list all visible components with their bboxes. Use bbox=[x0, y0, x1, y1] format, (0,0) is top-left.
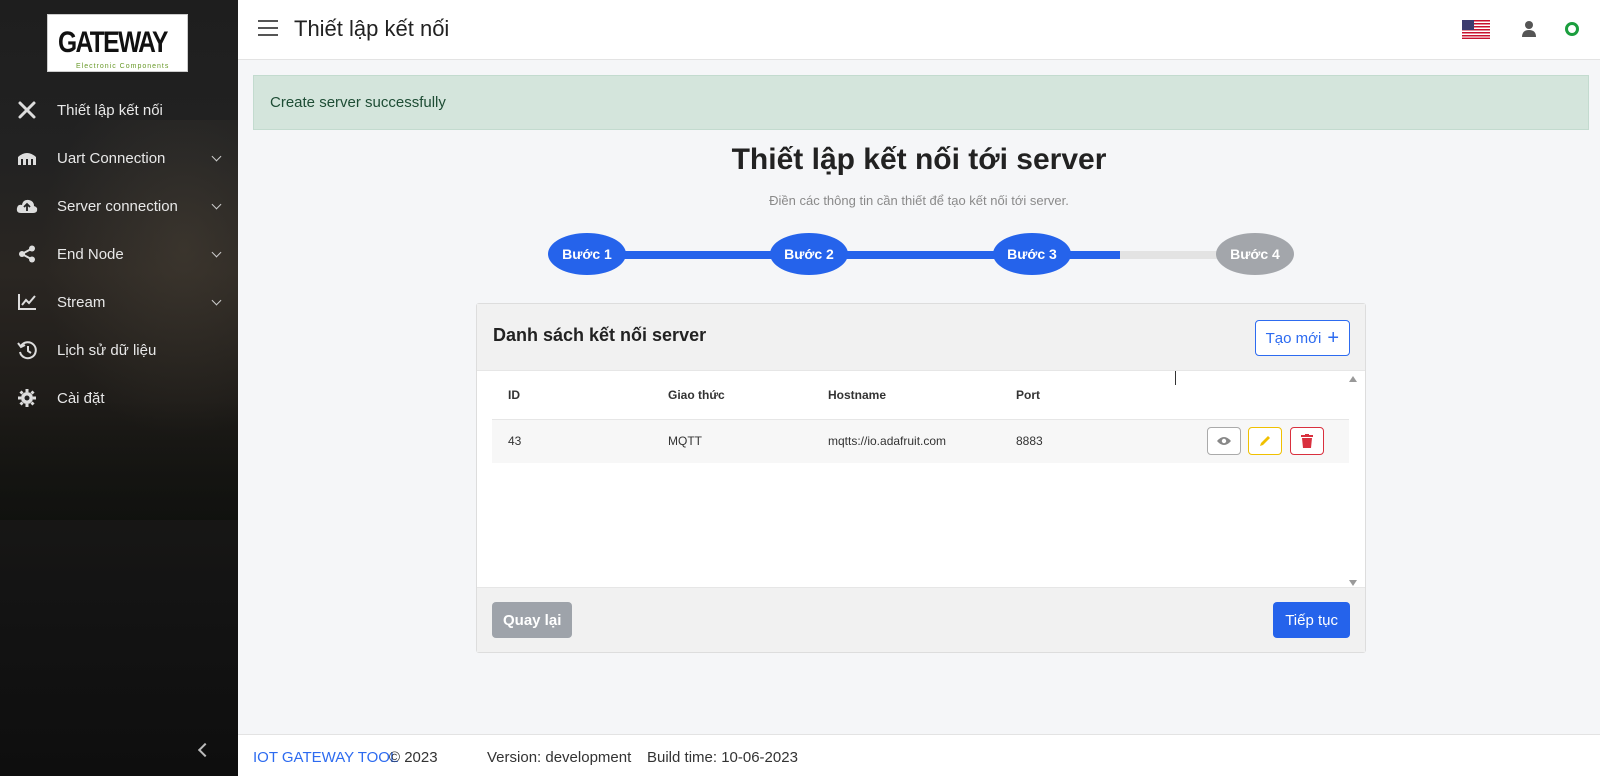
card-header: Danh sách kết nối server Tạo mới + bbox=[477, 304, 1365, 371]
plus-icon: + bbox=[1327, 327, 1339, 349]
scroll-down-icon[interactable] bbox=[1349, 580, 1357, 586]
sidebar-collapse-icon[interactable] bbox=[197, 742, 213, 758]
sidebar-item-label: Thiết lập kết nối bbox=[57, 101, 163, 119]
back-button[interactable]: Quay lại bbox=[492, 602, 573, 638]
sidebar-item-label: Uart Connection bbox=[57, 149, 166, 167]
user-icon[interactable] bbox=[1521, 20, 1537, 38]
table-header-row: ID Giao thức Hostname Port bbox=[492, 371, 1349, 420]
card-footer: Quay lại Tiếp tục bbox=[477, 587, 1365, 652]
text-cursor bbox=[1175, 371, 1176, 385]
server-list-card: Danh sách kết nối server Tạo mới + ID Gi… bbox=[476, 303, 1366, 653]
cell-actions bbox=[1183, 419, 1349, 463]
page-subtitle: Điền các thông tin cần thiết để tạo kết … bbox=[769, 193, 1069, 208]
uart-icon bbox=[16, 147, 38, 169]
chevron-down-icon bbox=[211, 247, 222, 258]
delete-button[interactable] bbox=[1289, 427, 1324, 456]
logo[interactable]: GATEWAY Electronic Components bbox=[44, 14, 188, 72]
history-icon bbox=[16, 339, 38, 361]
create-new-button[interactable]: Tạo mới + bbox=[1254, 320, 1350, 356]
cell-protocol: MQTT bbox=[652, 419, 812, 463]
next-button[interactable]: Tiếp tục bbox=[1273, 602, 1350, 638]
footer-version: Version: development bbox=[487, 749, 632, 766]
chevron-down-icon bbox=[211, 199, 222, 210]
sidebar-item-end-node[interactable]: End Node bbox=[0, 230, 238, 278]
gear-icon bbox=[16, 387, 38, 409]
view-button[interactable] bbox=[1207, 427, 1241, 456]
share-icon bbox=[16, 243, 38, 265]
column-header-protocol[interactable]: Giao thức bbox=[652, 371, 812, 420]
sidebar-item-label: Cài đặt bbox=[57, 389, 105, 407]
success-alert: Create server successfully bbox=[253, 75, 1589, 130]
trash-icon bbox=[1300, 434, 1313, 449]
logo-tagline: Electronic Components bbox=[76, 63, 170, 70]
sidebar-nav: Thiết lập kết nối Uart Connection Server… bbox=[0, 86, 238, 422]
connection-status-icon[interactable] bbox=[1565, 22, 1579, 36]
tools-icon bbox=[16, 99, 38, 121]
sidebar-item-settings[interactable]: Cài đặt bbox=[0, 374, 238, 422]
sidebar-item-connection-setup[interactable]: Thiết lập kết nối bbox=[0, 86, 238, 134]
server-table: ID Giao thức Hostname Port 43 MQTT mqtts… bbox=[492, 371, 1349, 463]
pencil-icon bbox=[1260, 436, 1271, 447]
footer-brand-link[interactable]: IOT GATEWAY TOOL bbox=[253, 749, 398, 766]
step-2[interactable]: Bước 2 bbox=[770, 233, 848, 275]
chevron-down-icon bbox=[211, 151, 222, 162]
card-title: Danh sách kết nối server bbox=[493, 325, 707, 345]
sidebar-item-label: Server connection bbox=[57, 197, 178, 215]
chevron-down-icon bbox=[211, 295, 222, 306]
sidebar-item-server-connection[interactable]: Server connection bbox=[0, 182, 238, 230]
table-scrollbar[interactable] bbox=[1349, 376, 1357, 586]
cell-port: 8883 bbox=[1000, 419, 1183, 463]
column-header-port[interactable]: Port bbox=[1000, 371, 1183, 420]
sidebar-item-data-history[interactable]: Lịch sử dữ liệu bbox=[0, 326, 238, 374]
us-flag-icon[interactable] bbox=[1462, 20, 1490, 39]
sidebar-item-label: Stream bbox=[57, 293, 106, 311]
scroll-up-icon[interactable] bbox=[1349, 376, 1357, 382]
logo-brand: GATEWAY bbox=[58, 26, 168, 59]
server-table-wrapper: ID Giao thức Hostname Port 43 MQTT mqtts… bbox=[492, 371, 1349, 589]
step-4[interactable]: Bước 4 bbox=[1216, 233, 1294, 275]
page-title: Thiết lập kết nối tới server bbox=[731, 143, 1107, 176]
footer: IOT GATEWAY TOOL © 2023 Version: develop… bbox=[238, 734, 1600, 776]
sidebar-item-label: End Node bbox=[57, 245, 124, 263]
stepper: Bước 1 Bước 2 Bước 3 Bước 4 bbox=[548, 233, 1294, 275]
sidebar-item-uart[interactable]: Uart Connection bbox=[0, 134, 238, 182]
edit-button[interactable] bbox=[1248, 427, 1283, 456]
header-title: Thiết lập kết nối bbox=[294, 16, 450, 41]
stepper-track-remaining bbox=[1120, 251, 1230, 259]
step-1[interactable]: Bước 1 bbox=[548, 233, 626, 275]
eye-icon bbox=[1217, 437, 1231, 446]
column-header-actions bbox=[1183, 371, 1349, 420]
footer-copyright: © 2023 bbox=[389, 749, 438, 766]
create-new-label: Tạo mới bbox=[1265, 329, 1322, 347]
column-header-hostname[interactable]: Hostname bbox=[812, 371, 1000, 420]
cell-id: 43 bbox=[492, 419, 652, 463]
sidebar-item-stream[interactable]: Stream bbox=[0, 278, 238, 326]
column-header-id[interactable]: ID bbox=[492, 371, 652, 420]
cloud-upload-icon bbox=[16, 195, 38, 217]
table-row: 43 MQTT mqtts://io.adafruit.com 8883 bbox=[492, 419, 1349, 463]
footer-build-time: Build time: 10-06-2023 bbox=[647, 749, 798, 766]
sidebar-item-label: Lịch sử dữ liệu bbox=[57, 341, 157, 359]
top-header: Thiết lập kết nối bbox=[238, 0, 1600, 60]
cell-hostname: mqtts://io.adafruit.com bbox=[812, 419, 1000, 463]
hamburger-menu-icon[interactable] bbox=[258, 20, 278, 36]
step-3[interactable]: Bước 3 bbox=[993, 233, 1071, 275]
chart-line-icon bbox=[16, 291, 38, 313]
sidebar: GATEWAY Electronic Components Thiết lập … bbox=[0, 0, 238, 776]
